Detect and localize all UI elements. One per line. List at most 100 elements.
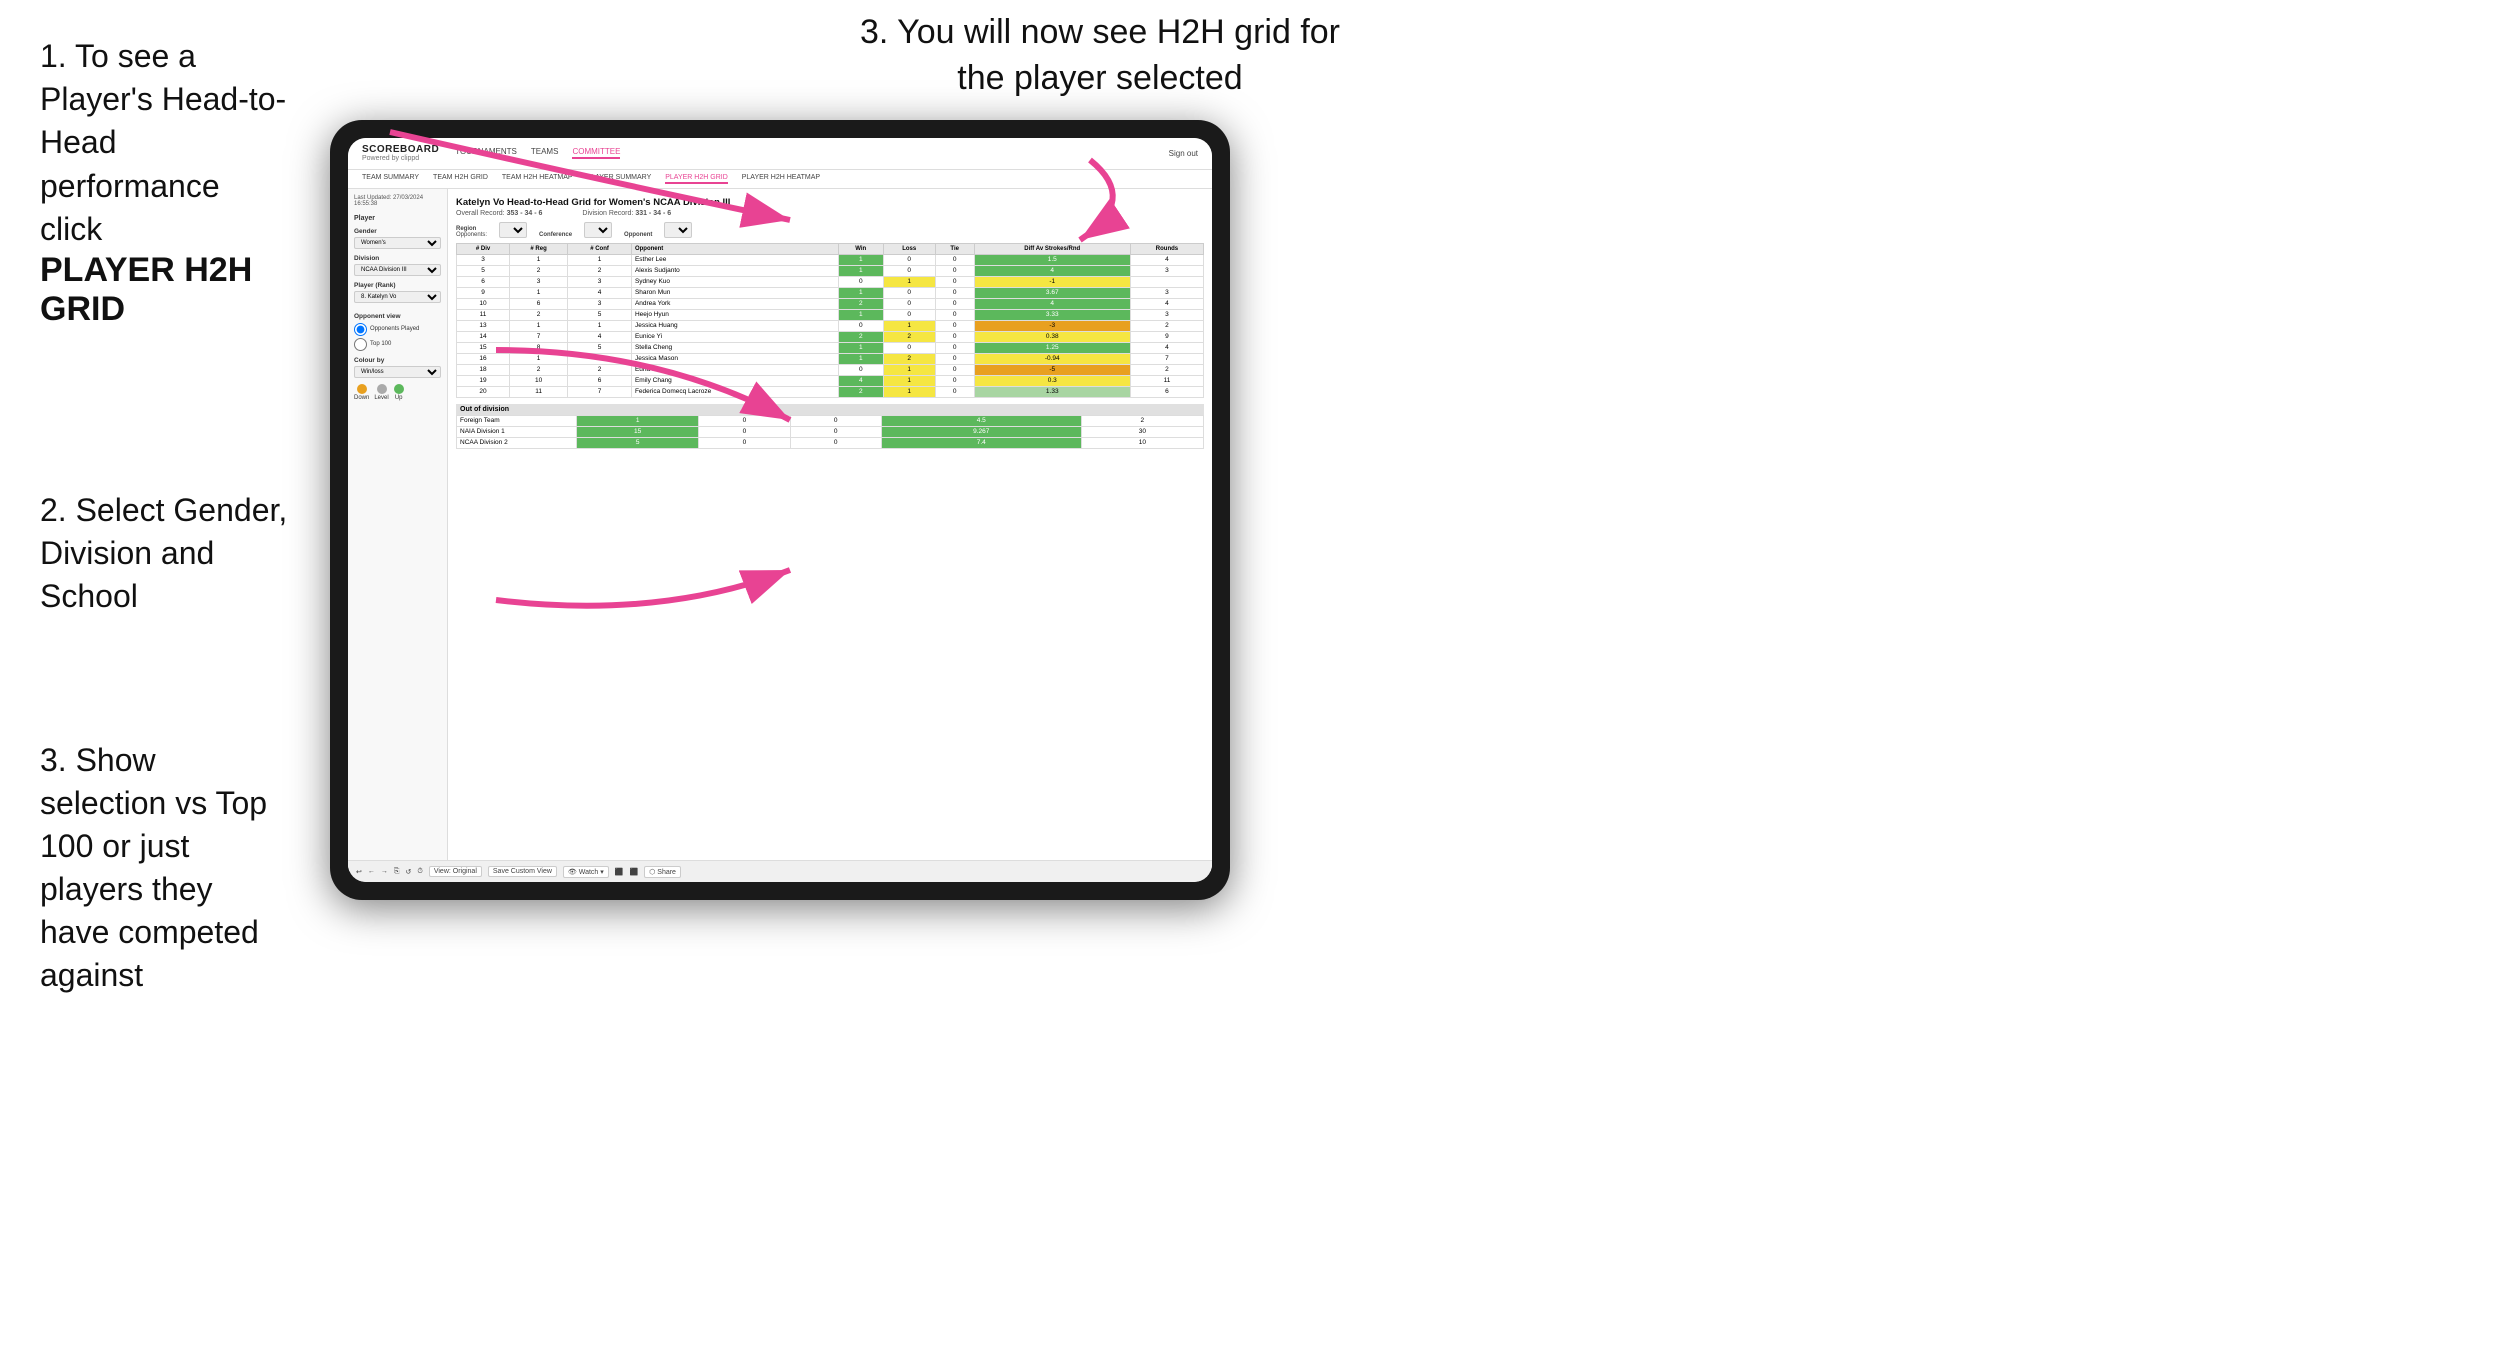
step1-text: 1. To see a Player's Head-to-Head perfor… <box>40 35 290 251</box>
table-row: 13 1 1 Jessica Huang 0 1 0 -3 2 <box>457 320 1204 331</box>
col-rounds: Rounds <box>1130 243 1203 254</box>
main-table: # Div # Reg # Conf Opponent Win Loss Tie… <box>456 243 1204 398</box>
filter-row: Region Opponents: (All) Conference (All)… <box>456 222 1204 238</box>
table-row: 3 1 1 Esther Lee 1 0 0 1.5 4 <box>457 254 1204 265</box>
gender-select[interactable]: Women's <box>354 237 441 249</box>
legend-level: Level <box>374 395 388 401</box>
toolbar-share[interactable]: ⬡ Share <box>644 866 681 878</box>
sign-out[interactable]: Sign out <box>1169 149 1198 158</box>
out-of-division-table: Foreign Team 1 0 0 4.5 2 NAIA Division 1… <box>456 415 1204 449</box>
toolbar-undo[interactable]: ↩ <box>356 868 362 876</box>
last-updated: Last Updated: 27/03/202416:55:38 <box>354 195 441 207</box>
toolbar-save-custom[interactable]: Save Custom View <box>488 866 557 877</box>
toolbar: ↩ ← → ⎘ ↺ ⏱ View: Original Save Custom V… <box>348 860 1212 882</box>
toolbar-extra2[interactable]: ⬛ <box>630 868 639 876</box>
division-record: Division Record: 331 - 34 - 6 <box>582 210 671 217</box>
tablet-screen: SCOREBOARD Powered by clippd TOURNAMENTS… <box>348 138 1212 882</box>
region-filter-section: Region Opponents: <box>456 226 487 238</box>
navbar: SCOREBOARD Powered by clippd TOURNAMENTS… <box>348 138 1212 170</box>
toolbar-forward[interactable]: → <box>381 868 388 875</box>
step2-block: 2. Select Gender, Division and School <box>40 489 290 619</box>
gender-section: Gender Women's <box>354 228 441 249</box>
subnav-player-h2h-heatmap[interactable]: PLAYER H2H HEATMAP <box>742 174 820 184</box>
division-section: Division NCAA Division III <box>354 255 441 276</box>
toolbar-timer[interactable]: ⏱ <box>417 868 422 876</box>
table-row: 20 11 7 Federica Domecq Lacroze 2 1 0 1.… <box>457 386 1204 397</box>
opponents-filter-select[interactable]: (All) <box>499 222 527 238</box>
powered-by: Powered by clippd <box>362 155 439 163</box>
out-of-division-header: Out of division <box>456 404 1204 415</box>
step3-right-text: 3. You will now see H2H grid for the pla… <box>860 13 1340 97</box>
opponent-filter-section: Opponent <box>624 232 652 238</box>
nav-committee[interactable]: COMMITTEE <box>572 147 620 159</box>
opponent-filter-label: Opponent <box>624 232 652 238</box>
opponent-view-label: Opponent view <box>354 313 441 320</box>
toolbar-extra1[interactable]: ⬛ <box>615 868 624 876</box>
col-conf: # Conf <box>568 243 632 254</box>
colour-by-section: Colour by Win/loss <box>354 357 441 378</box>
player-section: Player <box>354 215 441 222</box>
toolbar-view-original[interactable]: View: Original <box>429 866 482 877</box>
conference-filter-section: Conference <box>539 232 572 238</box>
table-row: 5 2 2 Alexis Sudjanto 1 0 0 4 3 <box>457 265 1204 276</box>
legend-up: Up <box>395 395 403 401</box>
toolbar-back[interactable]: ← <box>368 868 375 875</box>
subnav-team-h2h-grid[interactable]: TEAM H2H GRID <box>433 174 488 184</box>
col-loss: Loss <box>883 243 935 254</box>
sidebar: Last Updated: 27/03/202416:55:38 Player … <box>348 189 448 871</box>
table-row: 18 2 2 Euna Lee 0 1 0 -5 2 <box>457 364 1204 375</box>
toolbar-refresh[interactable]: ↺ <box>405 868 411 876</box>
table-header-row: # Div # Reg # Conf Opponent Win Loss Tie… <box>457 243 1204 254</box>
division-label: Division <box>354 255 441 262</box>
col-tie: Tie <box>935 243 974 254</box>
grid-title: Katelyn Vo Head-to-Head Grid for Women's… <box>456 197 1204 208</box>
col-opponent: Opponent <box>631 243 838 254</box>
player-rank-select[interactable]: 8. Katelyn Vo <box>354 291 441 303</box>
subnav-player-summary[interactable]: PLAYER SUMMARY <box>587 174 652 184</box>
subnav-player-h2h-grid[interactable]: PLAYER H2H GRID <box>665 174 728 184</box>
instructions-left: 1. To see a Player's Head-to-Head perfor… <box>10 15 320 1048</box>
col-div: # Div <box>457 243 510 254</box>
ood-table-row: NAIA Division 1 15 0 0 9.267 30 <box>457 426 1204 437</box>
step1-block: 1. To see a Player's Head-to-Head perfor… <box>40 35 290 329</box>
overall-record: Overall Record: 353 - 34 - 6 <box>456 210 542 217</box>
ood-table-row: Foreign Team 1 0 0 4.5 2 <box>457 415 1204 426</box>
opponent-filter-select[interactable]: (All) <box>664 222 692 238</box>
table-row: 10 6 3 Andrea York 2 0 0 4 4 <box>457 298 1204 309</box>
table-row: 15 8 5 Stella Cheng 1 0 0 1.25 4 <box>457 342 1204 353</box>
subnav-team-summary[interactable]: TEAM SUMMARY <box>362 174 419 184</box>
col-reg: # Reg <box>510 243 568 254</box>
conference-filter-label: Conference <box>539 232 572 238</box>
step2-text: 2. Select Gender, Division and School <box>40 489 290 619</box>
nav-links: TOURNAMENTS TEAMS COMMITTEE <box>455 147 620 159</box>
subnav-team-h2h-heatmap[interactable]: TEAM H2H HEATMAP <box>502 174 573 184</box>
grid-area: Katelyn Vo Head-to-Head Grid for Women's… <box>448 189 1212 871</box>
ood-table-row: NCAA Division 2 5 0 0 7.4 10 <box>457 437 1204 448</box>
player-rank-section: Player (Rank) 8. Katelyn Vo <box>354 282 441 303</box>
toolbar-watch[interactable]: 👁 Watch ▾ <box>563 866 609 878</box>
col-win: Win <box>838 243 883 254</box>
division-select[interactable]: NCAA Division III <box>354 264 441 276</box>
col-diff: Diff Av Strokes/Rnd <box>974 243 1130 254</box>
nav-tournaments[interactable]: TOURNAMENTS <box>455 147 517 159</box>
legend: Down Level Up <box>354 384 441 401</box>
step3-right-block: 3. You will now see H2H grid for the pla… <box>850 10 1350 102</box>
top100-option[interactable]: Top 100 <box>354 338 441 351</box>
opponents-played-option[interactable]: Opponents Played <box>354 323 441 336</box>
colour-by-select[interactable]: Win/loss <box>354 366 441 378</box>
table-row: 9 1 4 Sharon Mun 1 0 0 3.67 3 <box>457 287 1204 298</box>
gender-label: Gender <box>354 228 441 235</box>
step3-left-text: 3. Show selection vs Top 100 or just pla… <box>40 739 290 998</box>
grid-records: Overall Record: 353 - 34 - 6 Division Re… <box>456 210 1204 217</box>
brand-name: SCOREBOARD <box>362 144 439 155</box>
subnav: TEAM SUMMARY TEAM H2H GRID TEAM H2H HEAT… <box>348 170 1212 189</box>
sign-out-text[interactable]: Sign out <box>1169 149 1198 158</box>
table-row: 14 7 4 Eunice Yi 2 2 0 0.38 9 <box>457 331 1204 342</box>
tablet: SCOREBOARD Powered by clippd TOURNAMENTS… <box>330 120 1230 900</box>
opponent-view-section: Opponent view Opponents Played Top 100 <box>354 313 441 351</box>
conference-filter-select[interactable]: (All) <box>584 222 612 238</box>
colour-by-label: Colour by <box>354 357 441 364</box>
nav-teams[interactable]: TEAMS <box>531 147 559 159</box>
table-row: 11 2 5 Heejo Hyun 1 0 0 3.33 3 <box>457 309 1204 320</box>
toolbar-copy[interactable]: ⎘ <box>394 868 400 876</box>
